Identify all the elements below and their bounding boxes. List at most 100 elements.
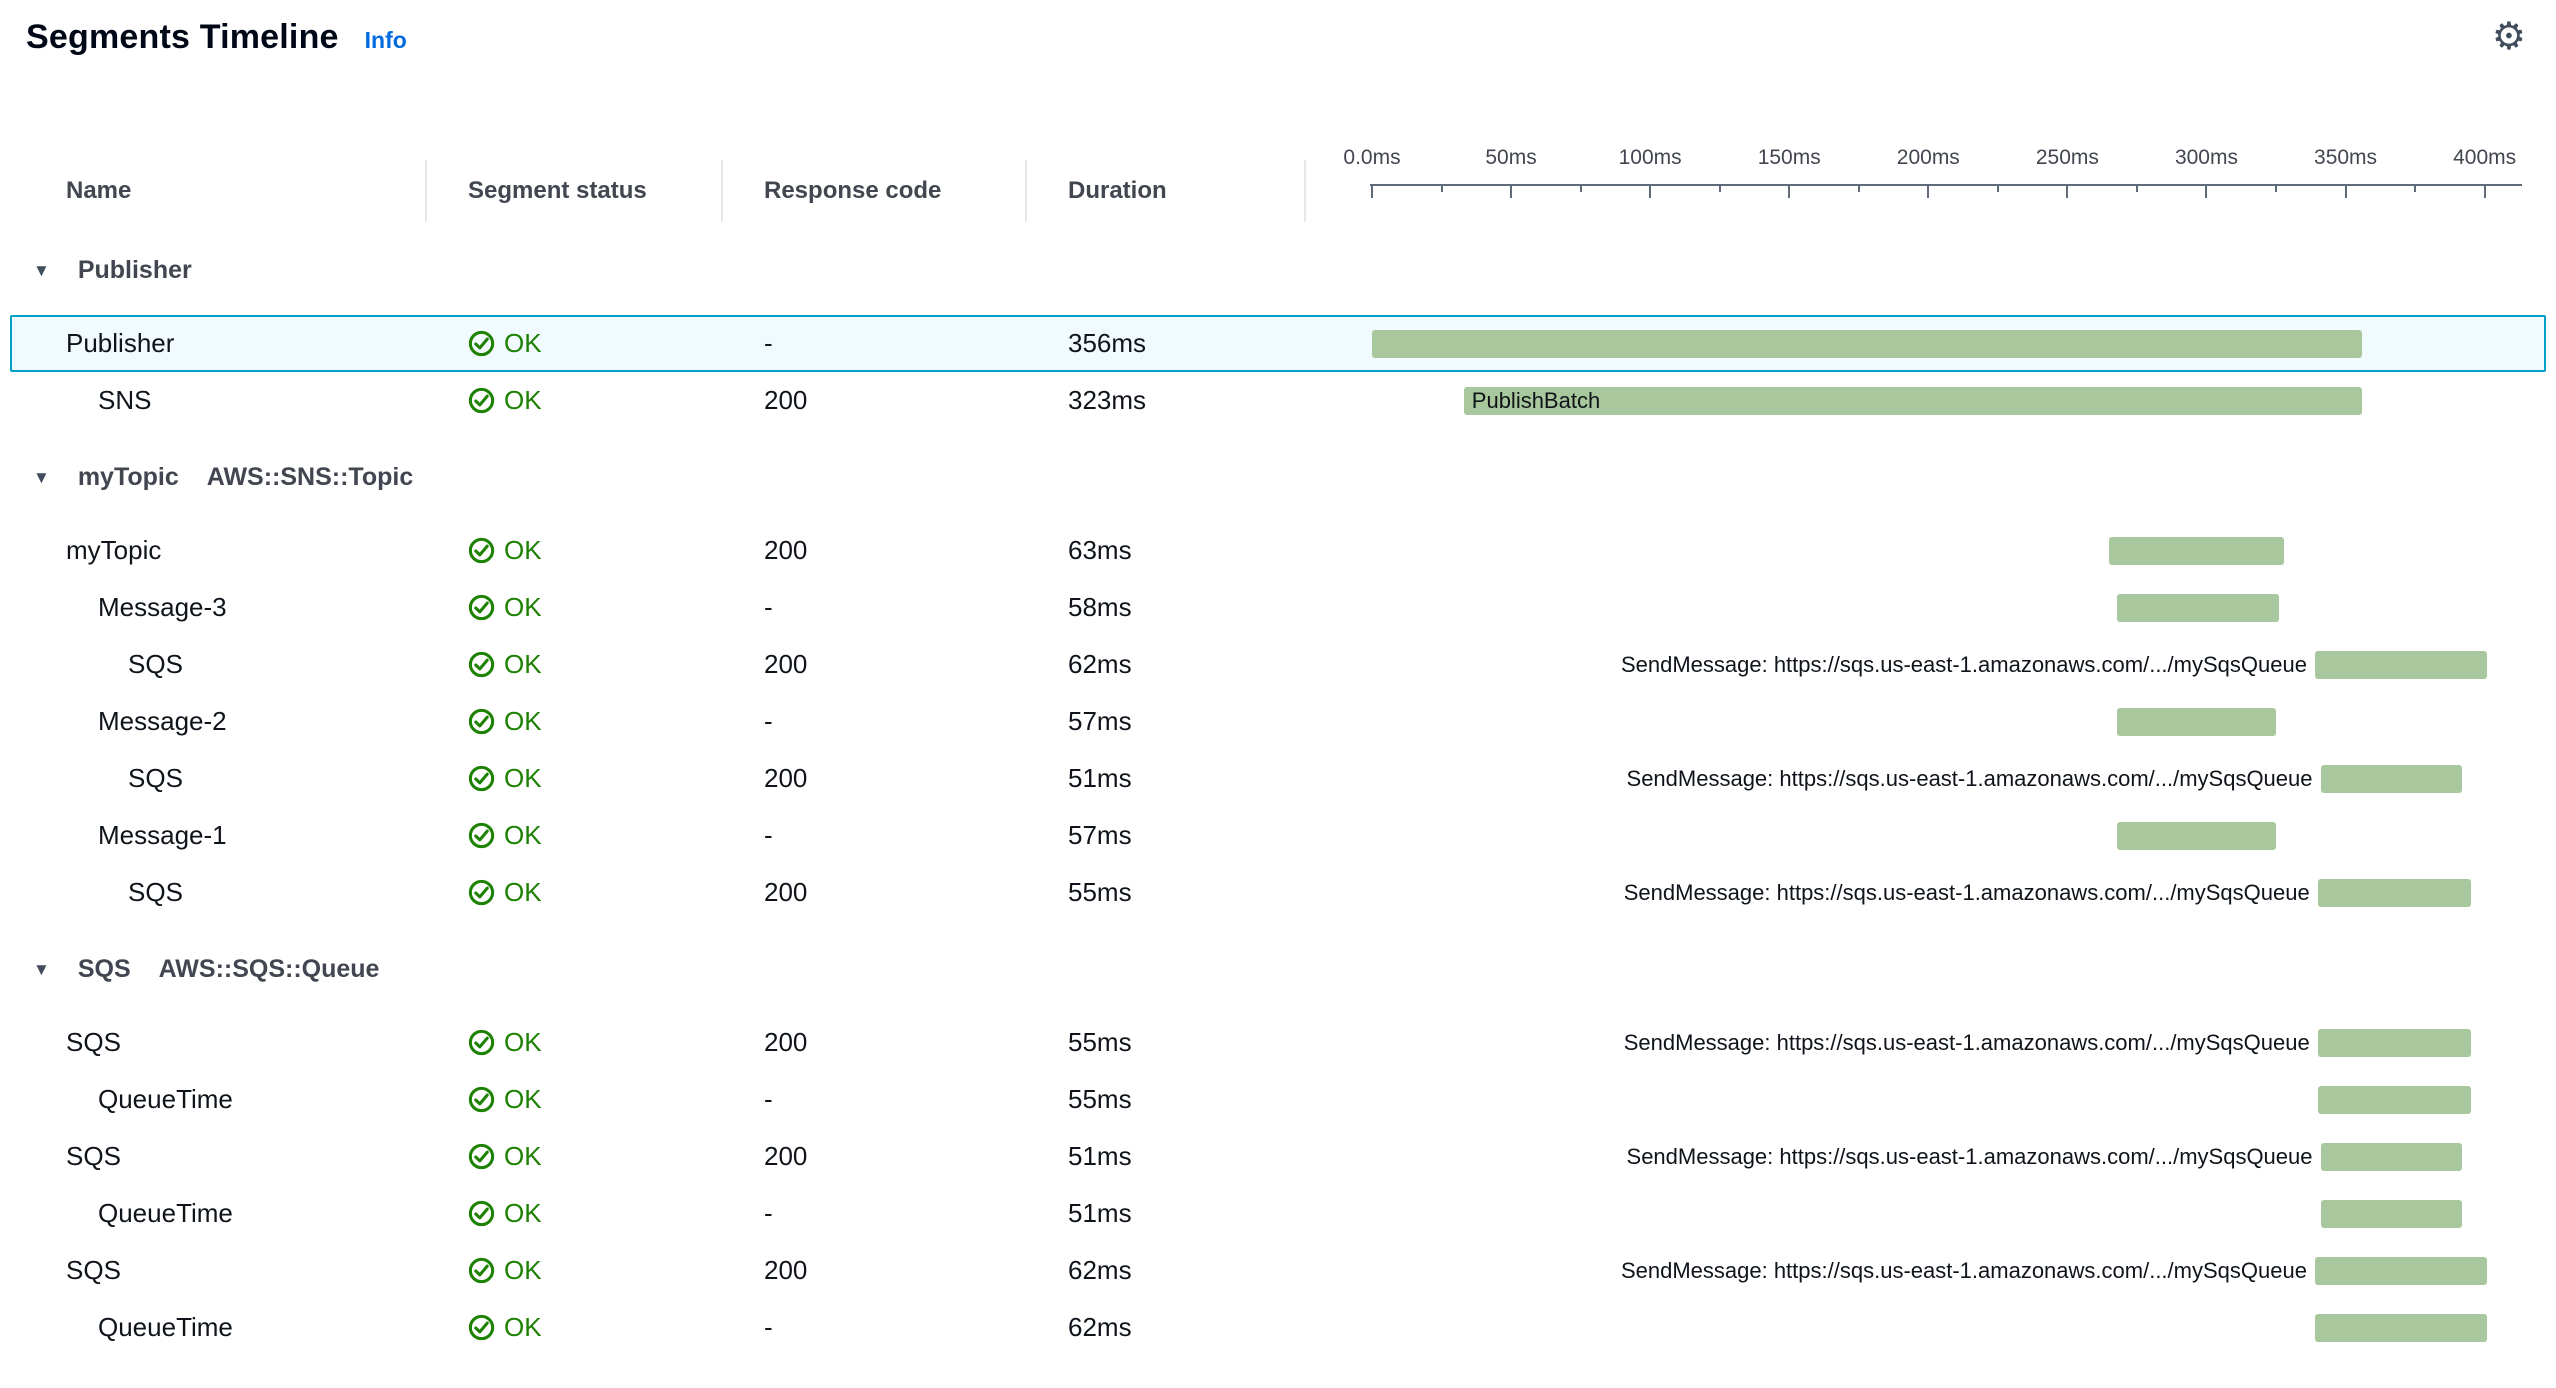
timeline-bar[interactable] [2318,1029,2471,1057]
timeline-bar[interactable] [2321,1143,2463,1171]
response-code: - [723,1198,1027,1229]
table-row[interactable]: QueueTime OK - 62ms [26,1299,2530,1356]
response-code: 200 [723,535,1027,566]
status-label: OK [504,1198,542,1229]
axis-plot-area: 0.0ms 50ms 100ms 150ms 200ms 250ms 300ms… [1372,134,2518,222]
segment-name: SQS [26,763,427,794]
ok-status-icon [468,1029,495,1056]
duration-value: 55ms [1027,1027,1306,1058]
axis-tick-mark [2484,184,2486,198]
ok-status-icon [468,537,495,564]
column-header-duration: Duration [1027,160,1306,222]
response-code: - [723,820,1027,851]
table-row[interactable]: SQS OK 200 55ms SendMessage: https://sqs… [26,864,2530,921]
timeline-cell [1306,807,2530,864]
response-code: - [723,1084,1027,1115]
timeline-cell: SendMessage: https://sqs.us-east-1.amazo… [1306,1014,2530,1071]
segment-name: SQS [26,649,427,680]
duration-value: 63ms [1027,535,1306,566]
timeline-bar[interactable] [2321,1200,2463,1228]
timeline-bar[interactable] [2117,822,2276,850]
segment-name: SQS [26,1255,427,1286]
column-header-response: Response code [723,160,1027,222]
axis-tick-mark [1580,184,1582,192]
table-row[interactable]: SQS OK 200 62ms SendMessage: https://sqs… [26,636,2530,693]
group-title: myTopic [78,463,179,492]
ok-status-icon [468,879,495,906]
axis-tick-mark [1441,184,1443,192]
group-header[interactable]: ▼ myTopic AWS::SNS::Topic [26,429,2530,522]
segment-status: OK [427,1027,723,1058]
timeline-bar[interactable] [2117,708,2276,736]
response-code: - [723,328,1027,359]
table-row[interactable]: SNS OK 200 323ms PublishBatch [26,372,2530,429]
segment-status: OK [427,706,723,737]
timeline-cell: SendMessage: https://sqs.us-east-1.amazo… [1306,750,2530,807]
info-link[interactable]: Info [365,27,407,54]
duration-value: 356ms [1027,328,1306,359]
axis-tick-mark [2414,184,2416,192]
group-header[interactable]: ▼ SQS AWS::SQS::Queue [26,921,2530,1014]
timeline-bar[interactable] [2109,537,2284,565]
duration-value: 51ms [1027,1141,1306,1172]
bar-annotation: SendMessage: https://sqs.us-east-1.amazo… [1627,1144,2321,1170]
timeline-bar[interactable] [2117,594,2278,622]
table-row[interactable]: Publisher OK - 356ms [26,315,2530,372]
timeline-cell [1306,579,2530,636]
ok-status-icon [468,387,495,414]
settings-gear-icon[interactable]: ⚙ [2492,18,2526,56]
table-row[interactable]: QueueTime OK - 51ms [26,1185,2530,1242]
ok-status-icon [468,1200,495,1227]
status-label: OK [504,706,542,737]
segment-name: SNS [26,385,427,416]
collapse-caret-icon[interactable]: ▼ [33,469,50,486]
timeline-bar[interactable] [2318,1086,2471,1114]
timeline-bar[interactable] [2321,765,2463,793]
collapse-caret-icon[interactable]: ▼ [33,961,50,978]
timeline-bar[interactable] [2315,1314,2487,1342]
duration-value: 57ms [1027,820,1306,851]
segment-name: QueueTime [26,1312,427,1343]
axis-tick-label: 200ms [1897,146,1960,170]
timeline-cell [1306,1185,2530,1242]
table-row[interactable]: Message-1 OK - 57ms [26,807,2530,864]
timeline-bar[interactable]: PublishBatch [1464,387,2362,415]
status-label: OK [504,1312,542,1343]
table-row[interactable]: SQS OK 200 62ms SendMessage: https://sqs… [26,1242,2530,1299]
segment-status: OK [427,1198,723,1229]
axis-tick-mark [2205,184,2207,198]
timeline-bar[interactable] [2318,879,2471,907]
collapse-caret-icon[interactable]: ▼ [33,262,50,279]
group-header[interactable]: ▼ Publisher [26,222,2530,315]
table-row[interactable]: Message-3 OK - 58ms [26,579,2530,636]
table-row[interactable]: SQS OK 200 55ms SendMessage: https://sqs… [26,1014,2530,1071]
status-label: OK [504,385,542,416]
status-label: OK [504,1084,542,1115]
segment-name: myTopic [26,535,427,566]
timeline-axis: 0.0ms 50ms 100ms 150ms 200ms 250ms 300ms… [1306,134,2530,222]
bar-annotation: SendMessage: https://sqs.us-east-1.amazo… [1624,880,2318,906]
duration-value: 323ms [1027,385,1306,416]
status-label: OK [504,328,542,359]
table-row[interactable]: Message-2 OK - 57ms [26,693,2530,750]
axis-tick-mark [2136,184,2138,192]
response-code: 200 [723,649,1027,680]
duration-value: 58ms [1027,592,1306,623]
status-label: OK [504,820,542,851]
timeline-bar[interactable] [2315,1257,2487,1285]
status-label: OK [504,1255,542,1286]
status-label: OK [504,592,542,623]
timeline-bar[interactable] [2315,651,2487,679]
ok-status-icon [468,1314,495,1341]
table-row[interactable]: QueueTime OK - 55ms [26,1071,2530,1128]
table-row[interactable]: SQS OK 200 51ms SendMessage: https://sqs… [26,1128,2530,1185]
segment-name: Message-1 [26,820,427,851]
timeline-bar[interactable] [1372,330,2362,358]
segment-status: OK [427,385,723,416]
timeline-cell [1306,315,2530,372]
table-row[interactable]: myTopic OK 200 63ms [26,522,2530,579]
table-row[interactable]: SQS OK 200 51ms SendMessage: https://sqs… [26,750,2530,807]
response-code: 200 [723,385,1027,416]
segment-name: SQS [26,877,427,908]
segment-status: OK [427,1084,723,1115]
